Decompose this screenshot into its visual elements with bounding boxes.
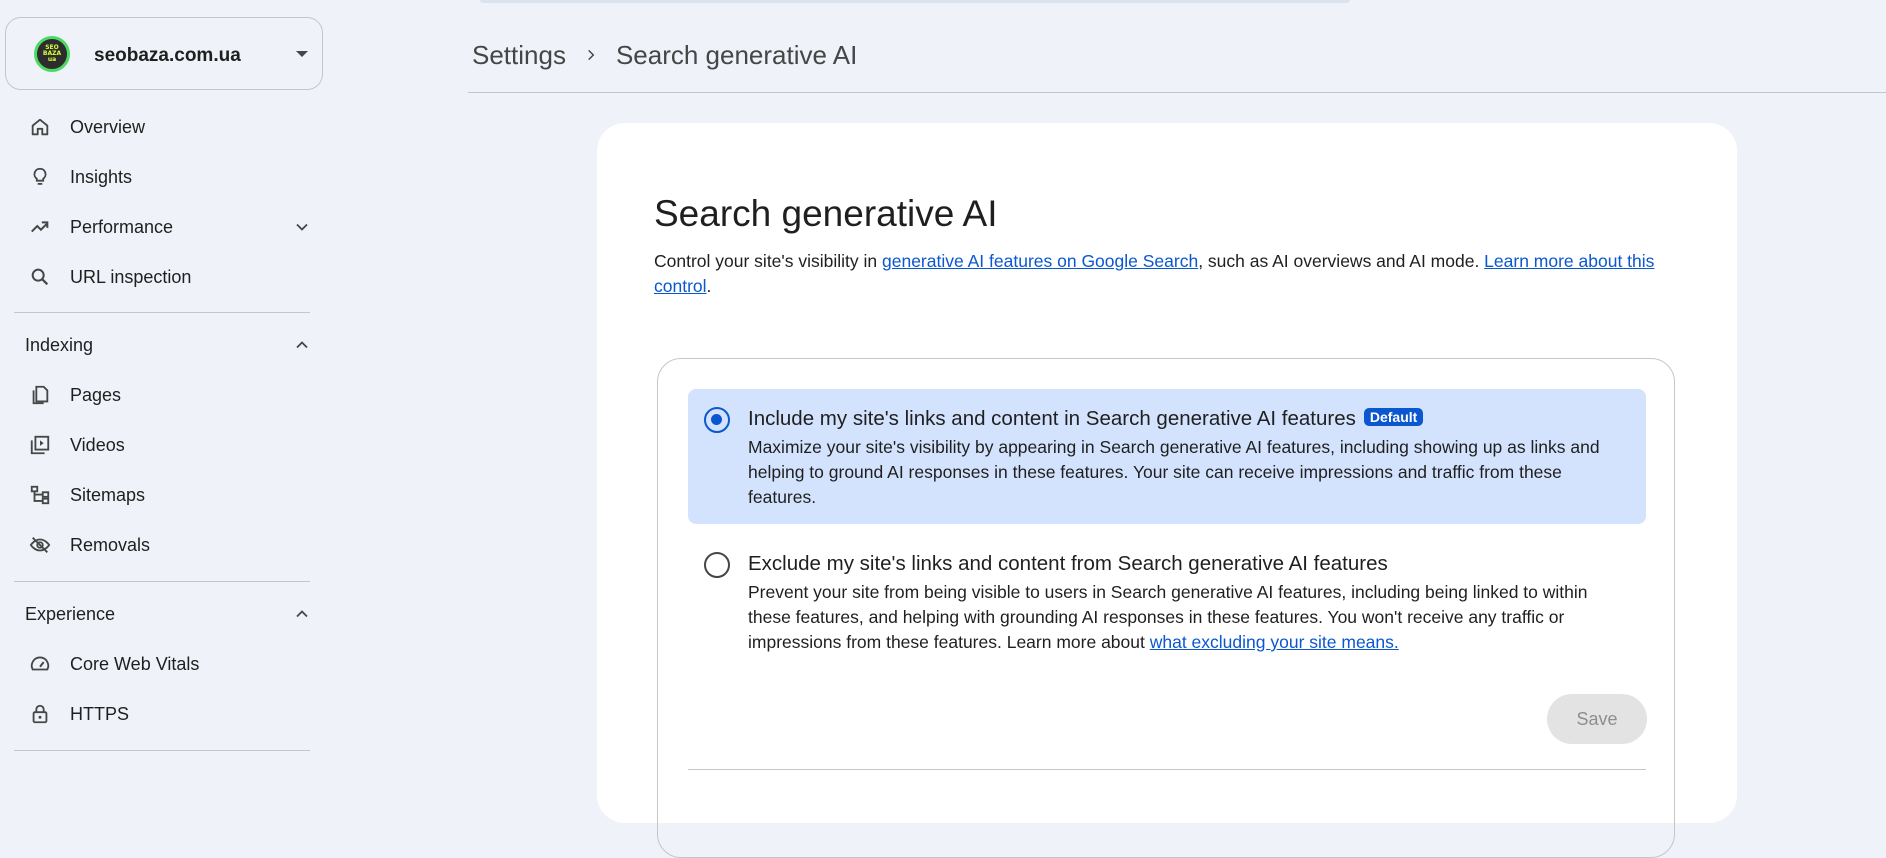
section-label: Experience	[25, 603, 116, 624]
sidebar-divider	[14, 312, 310, 313]
lightbulb-icon	[28, 165, 52, 189]
pages-icon	[28, 383, 52, 407]
generative-ai-features-link[interactable]: generative AI features on Google Search	[882, 251, 1198, 271]
sidebar-item-core-web-vitals[interactable]: Core Web Vitals	[0, 642, 320, 686]
sidebar-item-performance[interactable]: Performance	[0, 205, 320, 249]
video-library-icon	[28, 433, 52, 457]
sidebar-item-url-inspection[interactable]: URL inspection	[0, 255, 320, 299]
section-indexing-toggle[interactable]: Indexing	[0, 325, 320, 365]
option-description: Prevent your site from being visible to …	[748, 582, 1588, 652]
option-description: Maximize your site's visibility by appea…	[748, 437, 1600, 507]
property-selector[interactable]: SEO BAZA ua seobaza.com.ua	[5, 17, 323, 90]
search-icon	[28, 265, 52, 289]
chevron-down-icon	[296, 223, 308, 231]
sidebar-item-label: Sitemaps	[70, 484, 146, 505]
sidebar-item-label: Overview	[70, 116, 146, 137]
site-favicon: SEO BAZA ua	[34, 36, 70, 72]
sidebar-item-label: Removals	[70, 534, 151, 555]
radio-exclude[interactable]	[704, 552, 730, 578]
breadcrumb-settings-link[interactable]: Settings	[472, 40, 566, 71]
sidebar-item-label: URL inspection	[70, 266, 192, 287]
sitemap-icon	[28, 483, 52, 507]
sidebar-item-label: Pages	[70, 384, 122, 405]
what-excluding-means-link[interactable]: what excluding your site means.	[1150, 632, 1399, 652]
option-title: Exclude my site's links and content from…	[748, 552, 1388, 575]
sidebar-item-label: Performance	[70, 216, 174, 237]
sidebar-item-label: Core Web Vitals	[70, 653, 200, 674]
home-icon	[28, 115, 52, 139]
top-progress-track	[480, 0, 1350, 3]
option-title: Include my site's links and content in S…	[748, 407, 1424, 431]
chevron-right-icon	[588, 49, 595, 61]
sidebar-item-pages[interactable]: Pages	[0, 373, 320, 417]
sidebar-item-label: Insights	[70, 166, 133, 187]
breadcrumb: Settings Search generative AI	[472, 38, 857, 72]
sidebar-item-label: Videos	[70, 434, 125, 455]
trending-up-icon	[28, 215, 52, 239]
sidebar-item-https[interactable]: HTTPS	[0, 692, 320, 736]
sidebar-item-overview[interactable]: Overview	[0, 105, 320, 149]
header-divider	[468, 92, 1886, 93]
visibility-off-icon	[28, 533, 52, 557]
settings-card: Search generative AI Control your site's…	[597, 123, 1737, 858]
caret-down-icon	[296, 51, 308, 57]
save-button[interactable]: Save	[1547, 694, 1647, 744]
sidebar-item-label: HTTPS	[70, 703, 130, 724]
sidebar-item-sitemaps[interactable]: Sitemaps	[0, 473, 320, 517]
sidebar-divider	[14, 750, 310, 751]
section-label: Indexing	[25, 334, 94, 355]
page-title: Search generative AI	[654, 193, 998, 234]
option-include[interactable]: Include my site's links and content in S…	[688, 389, 1646, 524]
sidebar-item-videos[interactable]: Videos	[0, 423, 320, 467]
sidebar-item-removals[interactable]: Removals	[0, 523, 320, 567]
lock-icon	[28, 702, 52, 726]
page-description: Control your site's visibility in genera…	[654, 251, 1655, 296]
speed-icon	[28, 652, 52, 676]
breadcrumb-current: Search generative AI	[615, 39, 858, 70]
sidebar-divider	[14, 581, 310, 582]
radio-include[interactable]	[704, 407, 730, 433]
property-name: seobaza.com.ua	[94, 45, 241, 66]
option-exclude[interactable]: Exclude my site's links and content from…	[688, 534, 1646, 654]
sidebar-item-insights[interactable]: Insights	[0, 155, 320, 199]
default-badge: Default	[1363, 408, 1424, 426]
section-experience-toggle[interactable]: Experience	[0, 594, 320, 634]
chevron-up-icon	[296, 610, 308, 618]
chevron-up-icon	[296, 341, 308, 349]
options-group: Include my site's links and content in S…	[657, 358, 1675, 858]
section-divider	[688, 769, 1646, 770]
